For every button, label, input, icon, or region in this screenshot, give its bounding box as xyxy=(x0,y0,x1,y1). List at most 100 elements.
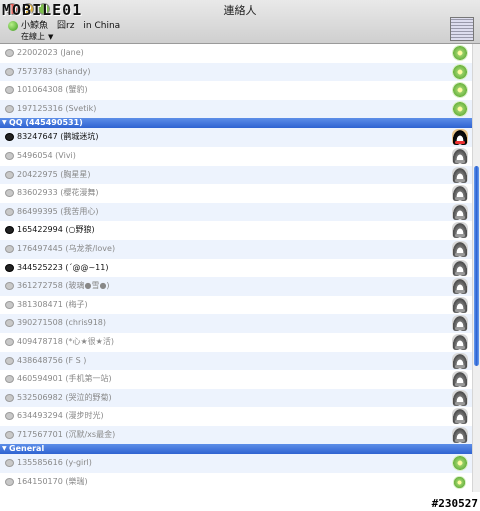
group-header-qq[interactable]: ▼ QQ (445490531) xyxy=(0,118,472,129)
status-bubble-icon xyxy=(5,430,14,439)
qq-penguin-icon xyxy=(452,203,468,220)
qq-penguin-icon xyxy=(452,296,468,313)
contact-row[interactable]: 22002023 (Jane) xyxy=(0,44,472,63)
contact-row[interactable]: 197125316 (Svetik) xyxy=(0,99,472,119)
window-titlebar: MOBILE01 連絡人 小鯨魚 囧rz in China 在線上 ▼ xyxy=(0,0,480,44)
contact-label: 361272758 (玻璃●雪●) xyxy=(17,281,110,291)
contact-row[interactable]: 165422994 (○野狼) xyxy=(0,221,472,240)
user-avatar[interactable] xyxy=(450,17,474,41)
contact-label: 7573783 (shandy) xyxy=(17,66,91,76)
post-tag: #230527 xyxy=(431,497,478,510)
status-bubble-icon xyxy=(5,393,14,402)
flower-icon xyxy=(453,476,466,490)
status-bubble-icon xyxy=(5,86,14,95)
contact-label: 83602933 (櫻花漫舞) xyxy=(17,188,99,198)
qq-penguin-icon xyxy=(452,426,468,443)
flower-icon xyxy=(452,63,468,80)
status-bubble-icon xyxy=(5,170,14,179)
status-bubble-icon xyxy=(5,459,14,468)
status-bubble-icon xyxy=(5,189,14,198)
contact-row[interactable]: 5496054 (Vivi) xyxy=(0,147,472,166)
group-label: General xyxy=(9,444,45,454)
account-name[interactable]: 小鯨魚 囧rz in China xyxy=(21,18,120,31)
qq-penguin-icon xyxy=(452,408,468,425)
contact-row[interactable]: 460594901 (手机第一站) xyxy=(0,370,472,389)
contact-row[interactable]: 634493294 (漫步时光) xyxy=(0,407,472,426)
flower-icon xyxy=(452,100,468,117)
contact-label: 381308471 (梅子) xyxy=(17,299,88,309)
contact-row[interactable]: 390271508 (chris918) xyxy=(0,314,472,333)
qq-penguin-icon xyxy=(452,371,468,388)
contact-row[interactable]: 176497445 (乌龙茶/love) xyxy=(0,239,472,259)
contact-label: 176497445 (乌龙茶/love) xyxy=(17,243,116,253)
contact-row[interactable]: 532506982 (哭泣的野菊) xyxy=(0,388,472,408)
status-label: 在線上 xyxy=(21,32,45,41)
status-bubble-icon xyxy=(5,282,14,291)
qq-penguin-icon xyxy=(452,315,468,332)
contact-row[interactable]: 409478718 (*心★很★活) xyxy=(0,333,472,352)
contact-row[interactable]: 101064308 (蟹豹) xyxy=(0,81,472,100)
qq-penguin-icon xyxy=(452,333,468,350)
status-bubble-icon xyxy=(5,67,14,76)
flower-icon xyxy=(452,45,468,61)
status-bubble-icon xyxy=(5,226,14,235)
contact-label: 634493294 (漫步时光) xyxy=(17,411,104,421)
status-bubble-icon xyxy=(5,356,14,365)
contact-row[interactable]: 717567701 (沉默/xs最金) xyxy=(0,425,472,445)
status-bubble-icon xyxy=(5,133,14,142)
qq-penguin-icon xyxy=(452,222,468,239)
status-bubble-icon xyxy=(5,49,14,57)
status-bubble-icon xyxy=(5,244,14,253)
contact-label: 86499395 (我苦用心) xyxy=(17,206,99,216)
status-bubble-icon xyxy=(5,263,14,272)
contact-label: 83247647 (鹊城迷坑) xyxy=(17,132,99,142)
status-bubble-icon xyxy=(5,207,14,216)
group-label: QQ (445490531) xyxy=(9,118,83,128)
qq-penguin-icon xyxy=(452,185,468,202)
qq-penguin-icon xyxy=(452,166,468,183)
chevron-down-icon: ▼ xyxy=(48,33,54,41)
contact-label: 438648756 (F S ) xyxy=(17,355,87,365)
window-title: 連絡人 xyxy=(223,4,257,17)
scrollbar-thumb[interactable] xyxy=(474,166,479,366)
qq-penguin-icon xyxy=(452,129,468,146)
vertical-scrollbar[interactable] xyxy=(472,44,480,492)
status-bubble-icon xyxy=(5,337,14,346)
qq-penguin-icon xyxy=(452,278,468,295)
contact-row[interactable]: 7573783 (shandy) xyxy=(0,62,472,82)
flower-icon xyxy=(452,82,468,99)
contact-list: 22002023 (Jane) 7573783 (shandy) 1010643… xyxy=(0,44,472,511)
status-bubble-icon xyxy=(5,300,14,309)
status-available-icon xyxy=(8,21,18,31)
qq-penguin-icon xyxy=(452,147,468,164)
contact-label: 717567701 (沉默/xs最金) xyxy=(17,429,116,439)
contact-label: 165422994 (○野狼) xyxy=(17,225,95,235)
group-header-general[interactable]: ▼ General xyxy=(0,444,472,455)
contact-label: 460594901 (手机第一站) xyxy=(17,374,112,384)
contact-label: 344525223 (´@@~11) xyxy=(17,262,109,272)
contact-row[interactable]: 164150170 (樂瑞) xyxy=(0,473,472,492)
contact-row[interactable]: 86499395 (我苦用心) xyxy=(0,202,472,222)
contact-row[interactable]: 83247647 (鹊城迷坑) xyxy=(0,128,472,147)
qq-penguin-icon xyxy=(452,389,468,406)
status-bubble-icon xyxy=(5,319,14,328)
contact-row[interactable]: 381308471 (梅子) xyxy=(0,296,472,315)
contact-label: 532506982 (哭泣的野菊) xyxy=(17,392,112,402)
disclosure-triangle-icon[interactable]: ▼ xyxy=(2,444,7,454)
contact-row[interactable]: 438648756 (F S ) xyxy=(0,351,472,371)
contact-row[interactable]: 361272758 (玻璃●雪●) xyxy=(0,277,472,296)
contact-label: 135585616 (y-girl) xyxy=(17,458,92,468)
contact-label: 101064308 (蟹豹) xyxy=(17,85,88,95)
status-bubble-icon xyxy=(5,104,14,113)
status-bubble-icon xyxy=(5,412,14,421)
contact-row[interactable]: 135585616 (y-girl) xyxy=(0,454,472,474)
status-bubble-icon xyxy=(5,375,14,384)
contact-row[interactable]: 344525223 (´@@~11) xyxy=(0,259,472,278)
status-selector[interactable]: 在線上 ▼ xyxy=(21,31,53,42)
qq-penguin-icon xyxy=(452,259,468,276)
contact-row[interactable]: 83602933 (櫻花漫舞) xyxy=(0,184,472,203)
contact-row[interactable]: 20422975 (胸星星) xyxy=(0,165,472,185)
contact-label: 22002023 (Jane) xyxy=(17,48,84,57)
flower-icon xyxy=(452,455,468,472)
disclosure-triangle-icon[interactable]: ▼ xyxy=(2,118,7,128)
